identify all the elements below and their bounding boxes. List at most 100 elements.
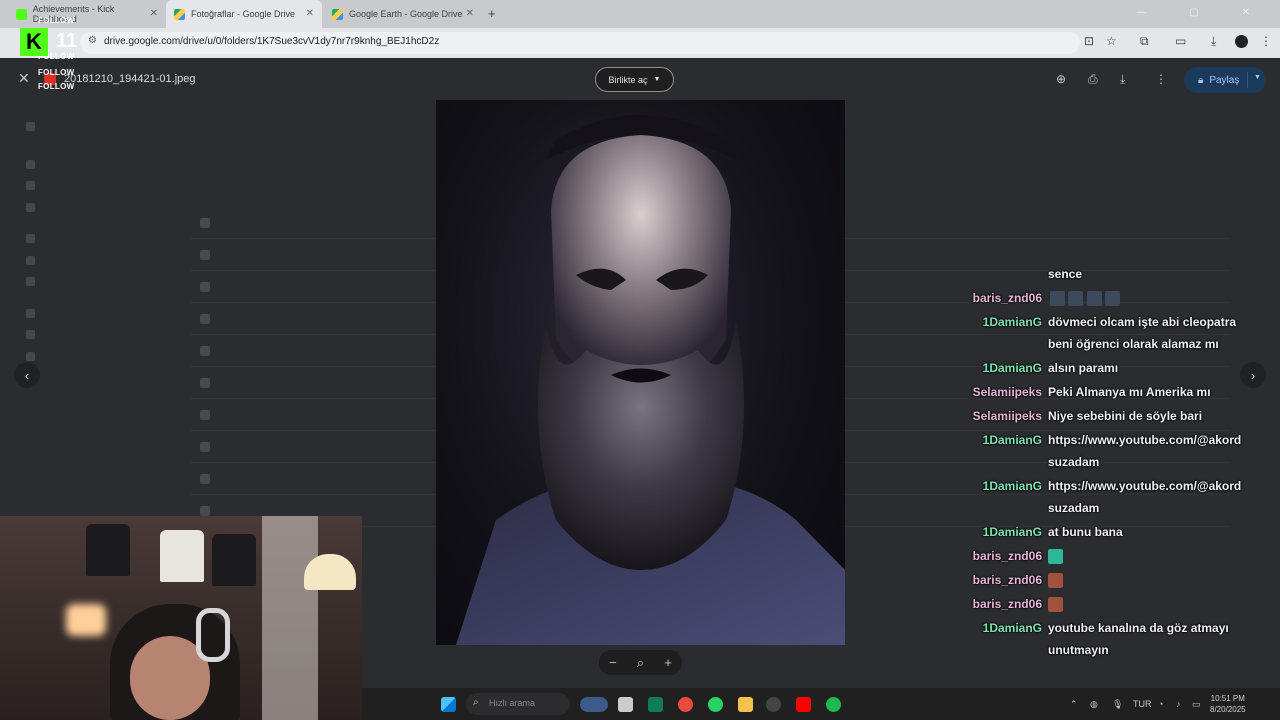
follow-label: FOLLOW (38, 16, 75, 25)
chevron-down-icon: ▼ (653, 76, 661, 83)
tab-fotograflar[interactable]: Fotoğraflar - Google Drive ✕ (166, 0, 322, 28)
zoom-out-icon[interactable]: − (609, 655, 617, 670)
share-divider (1247, 72, 1248, 88)
windows-start-icon[interactable] (441, 697, 456, 712)
open-with-label: Birlikte aç (608, 74, 648, 85)
add-comment-icon[interactable]: ⊕ (1056, 72, 1066, 86)
close-viewer-icon[interactable]: ✕ (18, 70, 30, 87)
home-icon (26, 160, 35, 169)
chat-message: Peki Almanya mı Amerika mı (1048, 385, 1211, 399)
widget-icon[interactable] (580, 697, 608, 712)
chat-username: baris_znd06 (972, 291, 1042, 305)
follower-count: 11 (56, 30, 78, 52)
download-icon[interactable]: ⤓ (1120, 72, 1125, 87)
kick-logo: K (20, 28, 48, 56)
emote-icon (1086, 291, 1102, 307)
open-with-button[interactable]: Birlikte aç ▼ (595, 67, 674, 92)
chevron-down-icon[interactable]: ▼ (1254, 74, 1261, 81)
workspace-icon (26, 203, 35, 212)
lamp-glow (66, 604, 106, 636)
activity-icon (26, 181, 35, 190)
chat-message: suzadam (1048, 455, 1100, 469)
file-icon (200, 218, 210, 228)
chat-message: alsın paramı (1048, 361, 1119, 375)
file-icon (200, 506, 210, 516)
chat-username: 1DamianG (982, 315, 1042, 329)
whatsapp-icon[interactable] (708, 697, 723, 712)
download-icon[interactable]: ⤓ (1211, 34, 1216, 49)
microphone-icon[interactable]: 🎙︎ (1112, 699, 1123, 710)
file-icon (200, 474, 210, 484)
share-button[interactable]: 🔒︎ Paylaş ▼ (1184, 67, 1266, 93)
volume-icon[interactable]: ♪ (1176, 699, 1181, 709)
starred-icon (26, 277, 35, 286)
site-info-icon[interactable]: ⚙ (88, 35, 97, 46)
chat-message: beni öğrenci olarak alamaz mı (1048, 337, 1219, 351)
tab-kick-dashboard[interactable]: Achievements - Kick Dashboard ✕ (8, 0, 166, 28)
file-icon (200, 378, 210, 388)
chat-message: suzadam (1048, 501, 1100, 515)
install-app-icon[interactable]: ⊡ (1084, 34, 1094, 48)
network-icon[interactable]: ◍ (1090, 699, 1098, 710)
close-tab-icon[interactable]: ✕ (306, 8, 314, 19)
lamp (304, 554, 356, 590)
store-icon[interactable] (648, 697, 663, 712)
tray-overflow-icon[interactable]: ⌃ (1070, 699, 1078, 710)
zoom-in-icon[interactable]: + (664, 655, 672, 670)
portrait-photo (456, 115, 845, 645)
clock-time: 10:51 PM (1210, 694, 1245, 703)
file-icon (200, 346, 210, 356)
print-icon[interactable]: ⎙ (1088, 72, 1098, 87)
chat-username: baris_znd06 (972, 573, 1042, 587)
emote-icon (1050, 291, 1065, 307)
battery-icon[interactable]: ▭ (1192, 699, 1201, 710)
taskbar-clock[interactable]: 10:51 PM 8/20/2025 (1210, 693, 1246, 715)
window-controls-icon[interactable]: — ▢ ✕ (1137, 7, 1270, 18)
url-text[interactable]: drive.google.com/drive/u/0/folders/1K7Su… (104, 36, 439, 47)
recent-icon (26, 256, 35, 265)
tab-label: Google Earth - Google Drive (349, 9, 463, 19)
file-icon (200, 442, 210, 452)
clock-date: 8/20/2025 (1210, 705, 1246, 714)
language-indicator[interactable]: TUR (1133, 699, 1152, 709)
chevron-right-icon: › (1250, 367, 1256, 383)
search-icon: ⌕ (473, 697, 479, 708)
emote-icon (1048, 573, 1063, 589)
app-icon[interactable] (766, 697, 781, 712)
spotify-icon[interactable] (826, 697, 841, 712)
chat-message: https://www.youtube.com/@akord (1048, 433, 1242, 447)
storage-icon (26, 352, 35, 361)
profile-avatar-icon[interactable] (1235, 35, 1248, 48)
more-options-icon[interactable]: ⋮ (1155, 72, 1167, 86)
share-label: Paylaş (1209, 74, 1240, 86)
chat-username: 1DamianG (982, 479, 1042, 493)
chat-username: 1DamianG (982, 525, 1042, 539)
viewer-filename: 20181210_194421-01.jpeg (64, 73, 196, 85)
new-tab-icon[interactable]: + (488, 6, 496, 21)
extensions-icon[interactable]: ⧉ (1140, 34, 1149, 49)
bookmark-star-icon[interactable]: ☆ (1106, 34, 1117, 48)
tab-label: Fotoğraflar - Google Drive (191, 9, 296, 19)
file-explorer-icon[interactable] (618, 697, 633, 712)
emote-icon (1068, 291, 1084, 307)
chat-message: at bunu bana (1048, 525, 1123, 539)
new-icon (26, 122, 35, 131)
wall-shirt (212, 534, 256, 586)
sidepanel-icon[interactable]: ▭ (1175, 34, 1186, 48)
next-file-button[interactable]: › (1240, 362, 1266, 388)
chat-message: unutmayın (1048, 643, 1109, 657)
follow-label: FOLLOW (38, 68, 75, 77)
previous-file-button[interactable]: ‹ (14, 362, 40, 388)
chat-username: Selamiipeks (972, 385, 1042, 399)
chrome-icon[interactable] (678, 697, 693, 712)
photo-preview (436, 100, 845, 645)
youtube-icon[interactable] (796, 697, 811, 712)
drive-favicon-icon (174, 8, 185, 20)
zoom-search-icon[interactable]: ⌕ (637, 655, 644, 671)
browser-menu-icon[interactable]: ⋮ (1260, 34, 1272, 48)
folder-icon[interactable] (738, 697, 753, 712)
wifi-icon[interactable]: ◔ (1158, 699, 1163, 709)
close-tab-icon[interactable]: ✕ (466, 8, 474, 19)
close-tab-icon[interactable]: ✕ (150, 8, 158, 19)
tab-google-earth[interactable]: Google Earth - Google Drive ✕ (324, 0, 482, 28)
